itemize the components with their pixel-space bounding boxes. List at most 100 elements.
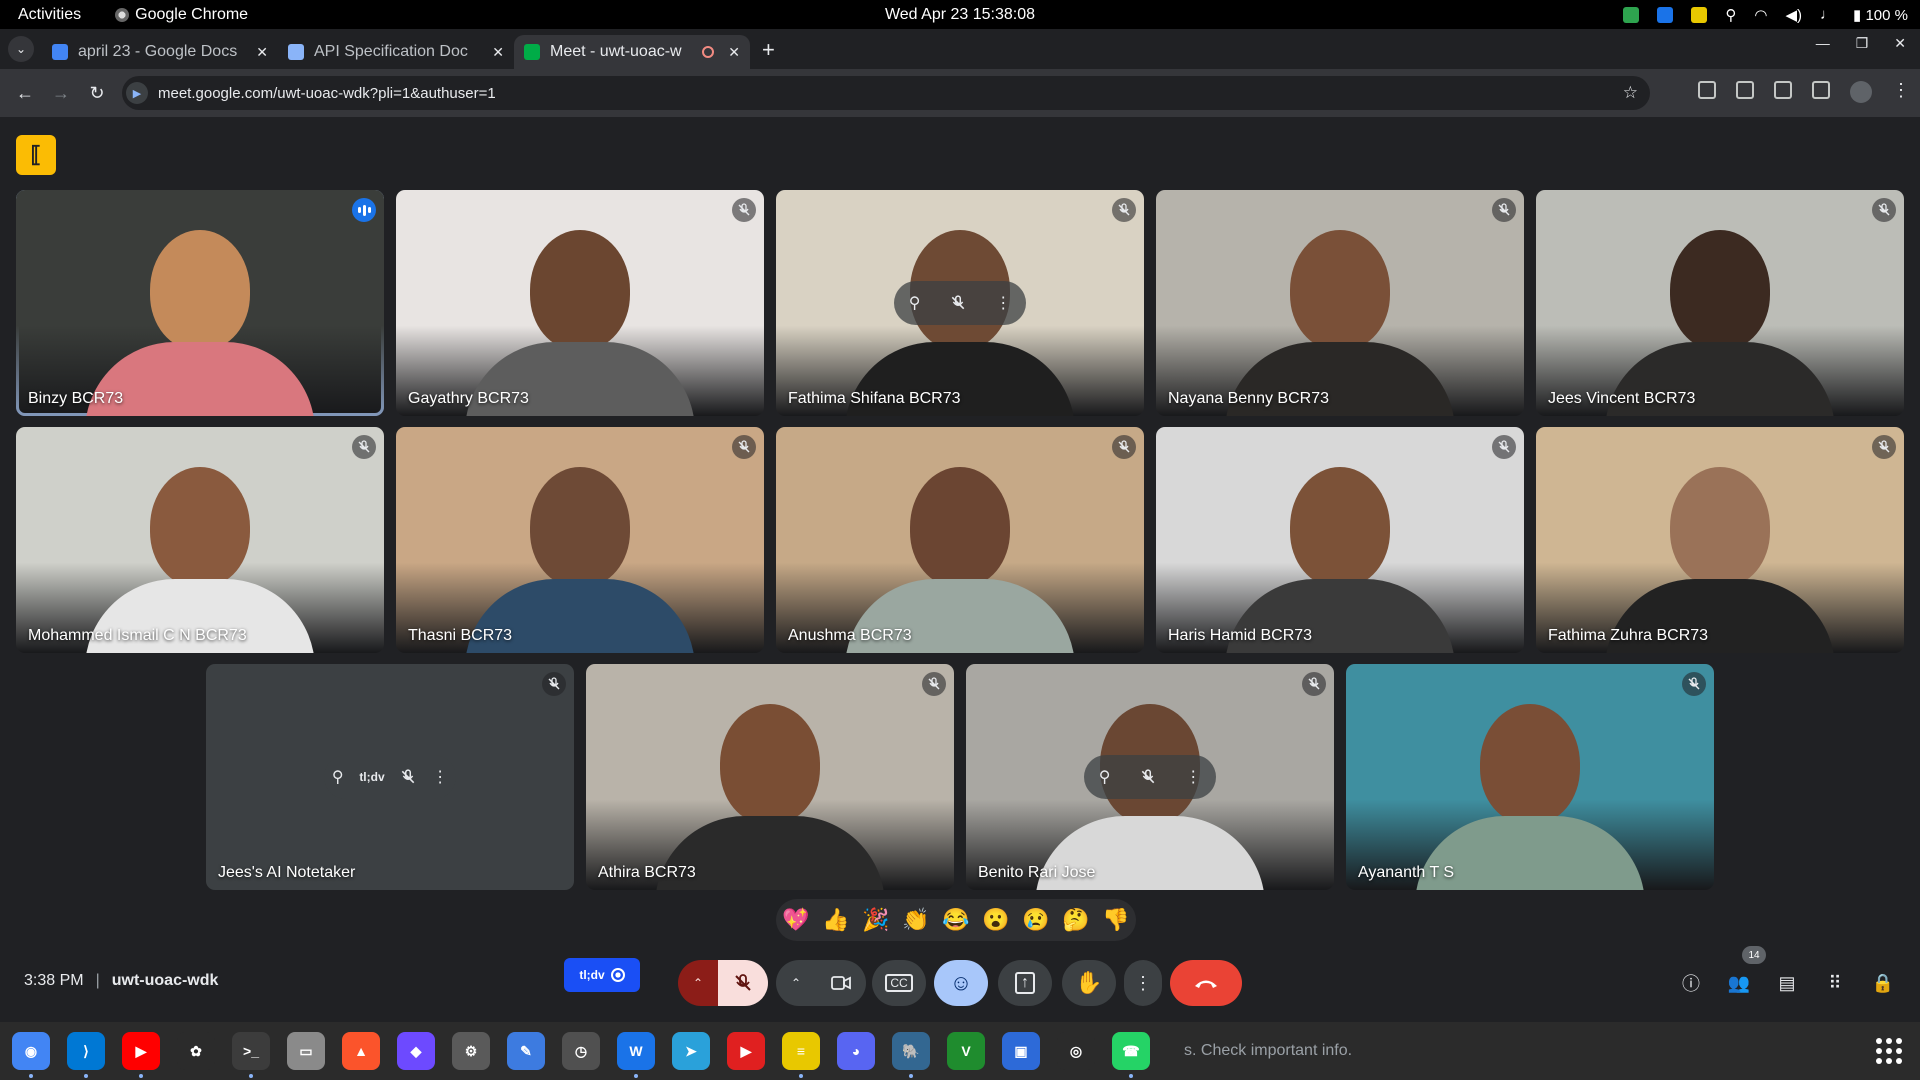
tile-more-icon[interactable]: ⋮ — [432, 767, 448, 787]
obs-icon[interactable]: ◎ — [1057, 1032, 1095, 1070]
restore-icon[interactable]: ❐ — [1856, 35, 1869, 52]
forward-icon[interactable]: → — [50, 83, 72, 104]
close-tab-icon[interactable]: ✕ — [256, 44, 268, 61]
profile-avatar[interactable] — [1850, 81, 1872, 103]
people-icon[interactable]: 👥 — [1726, 970, 1752, 996]
notes-tray-icon[interactable] — [1691, 6, 1708, 23]
media-player-icon[interactable]: ▶ — [727, 1032, 765, 1070]
pin-icon[interactable]: ⚲ — [909, 293, 921, 313]
close-window-icon[interactable]: ✕ — [1894, 35, 1906, 52]
battery-status[interactable]: ▮ 100 % — [1853, 6, 1908, 24]
browser-menu-icon[interactable]: ⋮ — [1892, 81, 1910, 103]
chrome-icon[interactable]: ◉ — [12, 1032, 50, 1078]
tile-more-icon[interactable]: ⋮ — [1185, 767, 1201, 787]
app-menu[interactable]: Google Chrome — [115, 6, 248, 24]
participant-tile[interactable]: Gayathry BCR73 — [396, 190, 764, 416]
tab-search-button[interactable]: ⌄ — [8, 36, 34, 62]
reaction-emoji[interactable]: 👍 — [822, 907, 849, 933]
url-text[interactable]: meet.google.com/uwt-uoac-wdk?pli=1&authu… — [158, 85, 496, 102]
leave-call-button[interactable] — [1170, 960, 1242, 1006]
participant-tile[interactable]: Nayana Benny BCR73 — [1156, 190, 1524, 416]
participant-tile[interactable]: Haris Hamid BCR73 — [1156, 427, 1524, 653]
accessibility-icon[interactable]: ⚲ — [1725, 6, 1736, 24]
reaction-emoji[interactable]: 😮 — [982, 907, 1009, 933]
text-editor-icon[interactable]: ✎ — [507, 1032, 545, 1070]
chat-icon[interactable]: ▤ — [1774, 970, 1800, 996]
mute-participant-icon[interactable] — [1140, 769, 1156, 785]
settings-icon[interactable]: ⚙ — [452, 1032, 490, 1070]
mute-participant-icon[interactable] — [400, 769, 416, 785]
host-controls-icon[interactable]: 🔒 — [1870, 970, 1896, 996]
participant-tile[interactable]: ⚲ ⋮ Fathima Shifana BCR73 — [776, 190, 1144, 416]
present-screen-button[interactable]: ↑ — [998, 960, 1052, 1006]
discord-icon[interactable]: ◕ — [837, 1032, 875, 1070]
participant-tile[interactable]: Athira BCR73 — [586, 664, 954, 890]
wifi-icon[interactable]: ◠ — [1754, 6, 1767, 24]
mute-participant-icon[interactable] — [950, 295, 966, 311]
reaction-emoji[interactable]: 👏 — [902, 907, 929, 933]
side-panel-icon[interactable] — [1812, 81, 1830, 99]
tldv-extension-icon[interactable]: ⟦ — [16, 135, 56, 175]
reload-icon[interactable]: ↻ — [86, 83, 108, 104]
show-apps-icon[interactable] — [1876, 1038, 1902, 1064]
back-icon[interactable]: ← — [14, 83, 36, 104]
participant-tile[interactable]: Fathima Zuhra BCR73 — [1536, 427, 1904, 653]
activities-button[interactable]: Activities — [18, 6, 81, 24]
audio-options-chevron-icon[interactable]: ⌃ — [678, 960, 718, 1006]
participant-tile[interactable]: ⚲ tl;dv ⋮ Jees's AI Notetaker — [206, 664, 574, 890]
mic-off-button[interactable] — [718, 960, 768, 1006]
postgres-icon[interactable]: 🐘 — [892, 1032, 930, 1078]
whatsapp-icon[interactable]: ☎ — [1112, 1032, 1150, 1078]
writer-icon[interactable]: W — [617, 1032, 655, 1078]
participant-tile[interactable]: Mohammed Ismail C N BCR73 — [16, 427, 384, 653]
reaction-emoji[interactable]: 👎 — [1102, 907, 1129, 933]
reaction-emoji[interactable]: 😂 — [942, 907, 969, 933]
participant-tile[interactable]: Anushma BCR73 — [776, 427, 1144, 653]
notes-icon[interactable]: ≡ — [782, 1032, 820, 1078]
more-options-button[interactable]: ⋮ — [1124, 960, 1162, 1006]
browser-tab[interactable]: API Specification Doc ✕ — [278, 35, 514, 69]
browser-tab[interactable]: april 23 - Google Docs ✕ — [42, 35, 278, 69]
video-options-chevron-icon[interactable]: ⌃ — [776, 960, 816, 1006]
reaction-emoji[interactable]: 🤔 — [1062, 907, 1089, 933]
terminal-icon[interactable]: >_ — [232, 1032, 270, 1078]
raise-hand-button[interactable]: ✋ — [1062, 960, 1116, 1006]
camera-button[interactable] — [816, 960, 866, 1006]
microphone-icon[interactable]: ♩ — [1820, 6, 1835, 23]
participant-tile[interactable]: Thasni BCR73 — [396, 427, 764, 653]
volume-icon[interactable]: ◀) — [1786, 6, 1803, 24]
brave-icon[interactable]: ▲ — [342, 1032, 380, 1070]
pin-icon[interactable]: ⚲ — [332, 767, 344, 787]
reaction-emoji[interactable]: 💖 — [782, 907, 809, 933]
vim-icon[interactable]: V — [947, 1032, 985, 1070]
reaction-emoji[interactable]: 😢 — [1022, 907, 1049, 933]
new-tab-button[interactable]: + — [762, 37, 775, 63]
cc-extension-icon[interactable] — [1736, 81, 1754, 99]
tldv-recording-badge[interactable]: tl;dv — [564, 958, 640, 992]
chatgpt-icon[interactable]: ✿ — [177, 1032, 215, 1070]
telegram-icon[interactable]: ➤ — [672, 1032, 710, 1070]
pin-icon[interactable]: ⚲ — [1099, 767, 1111, 787]
meeting-info-icon[interactable]: ⓘ — [1678, 970, 1704, 996]
send-reaction-button[interactable]: ☺ — [934, 960, 988, 1006]
captions-button[interactable]: CC — [872, 960, 926, 1006]
participant-tile[interactable]: ⚲ ⋮ Benito Rari Jose — [966, 664, 1334, 890]
indicator-app-icon[interactable] — [1623, 6, 1640, 23]
site-info-icon[interactable]: ▶ — [126, 82, 148, 104]
proton-icon[interactable]: ◆ — [397, 1032, 435, 1070]
clock-icon[interactable]: ◷ — [562, 1032, 600, 1070]
address-bar[interactable]: ▶ meet.google.com/uwt-uoac-wdk?pli=1&aut… — [122, 76, 1650, 110]
extensions-icon[interactable] — [1774, 81, 1792, 99]
screenshot-extension-icon[interactable] — [1698, 81, 1716, 99]
files-icon[interactable]: ▭ — [287, 1032, 325, 1070]
activities-grid-icon[interactable]: ⠿ — [1822, 970, 1848, 996]
close-tab-icon[interactable]: ✕ — [728, 44, 740, 61]
minimize-icon[interactable]: — — [1816, 35, 1830, 52]
system-tray[interactable]: ⚲ ◠ ◀) ♩ ▮ 100 % — [1623, 0, 1908, 29]
close-tab-icon[interactable]: ✕ — [492, 44, 504, 61]
reaction-emoji[interactable]: 🎉 — [862, 907, 889, 933]
remote-desktop-icon[interactable]: ▣ — [1002, 1032, 1040, 1070]
participant-tile[interactable]: Binzy BCR73 — [16, 190, 384, 416]
participant-tile[interactable]: Jees Vincent BCR73 — [1536, 190, 1904, 416]
tile-more-icon[interactable]: ⋮ — [995, 293, 1011, 313]
